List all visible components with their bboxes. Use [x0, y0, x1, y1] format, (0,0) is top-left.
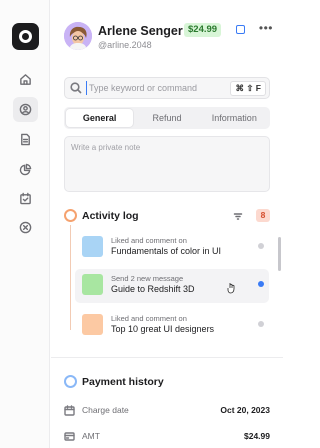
payment-history-title: Payment history: [82, 376, 164, 388]
main-panel: Arlene Senger @arline.2048 $24.99 ••• ⌘ …: [51, 0, 283, 448]
activity-item[interactable]: Liked and comment on Fundamentals of col…: [75, 231, 269, 265]
payment-label: Charge date: [82, 405, 129, 415]
activity-log-title: Activity log: [82, 210, 139, 222]
user-name: Arlene Senger: [98, 24, 183, 38]
sidebar-item-calendar[interactable]: [13, 186, 38, 211]
home-icon: [20, 74, 31, 85]
activity-title: Top 10 great UI designers: [111, 324, 215, 334]
unread-dot-icon: [258, 243, 264, 249]
sidebar: [0, 0, 50, 448]
payment-status-circle-icon: [64, 375, 77, 388]
payment-row-charge-date: Charge date Oct 20, 2023: [64, 404, 270, 418]
payment-value: Oct 20, 2023: [220, 405, 270, 415]
document-icon: [21, 133, 30, 146]
calendar-icon: [64, 405, 75, 416]
sidebar-item-profile[interactable]: [13, 97, 38, 122]
activity-title: Guide to Redshift 3D: [111, 284, 195, 294]
command-search: ⌘ ⇧ F: [64, 77, 270, 99]
activity-status-circle-icon: [64, 209, 77, 222]
timeline-line: [70, 225, 71, 330]
activity-thumbnail: [82, 274, 103, 295]
sidebar-item-home[interactable]: [13, 67, 38, 92]
private-note-box: [64, 136, 270, 192]
search-input[interactable]: [86, 81, 216, 95]
keyboard-shortcut-hint: ⌘ ⇧ F: [230, 81, 266, 96]
activity-label: Liked and comment on: [111, 236, 187, 245]
scrollbar[interactable]: [278, 237, 281, 271]
unread-dot-icon: [258, 321, 264, 327]
activity-thumbnail: [82, 236, 103, 257]
activity-item[interactable]: Liked and comment on Top 10 great UI des…: [75, 309, 269, 343]
activity-label: Liked and comment on: [111, 314, 187, 323]
unread-dot-icon: [258, 281, 264, 287]
tab-information[interactable]: Information: [201, 109, 268, 127]
profile-header: Arlene Senger @arline.2048 $24.99 •••: [64, 21, 273, 52]
more-options-button[interactable]: •••: [259, 21, 273, 35]
search-icon: [70, 82, 82, 94]
mouse-cursor-icon: [227, 283, 235, 294]
sidebar-item-documents[interactable]: [13, 127, 38, 152]
avatar[interactable]: [64, 22, 92, 50]
card-icon: [64, 431, 75, 442]
activity-count-badge: 8: [256, 209, 270, 222]
tab-bar: General Refund Information: [64, 107, 270, 129]
private-note-input[interactable]: [65, 137, 269, 191]
tab-refund[interactable]: Refund: [133, 109, 200, 127]
pie-chart-icon: [19, 163, 32, 176]
payment-row-amount: AMT $24.99: [64, 430, 270, 444]
payment-value: $24.99: [244, 431, 270, 441]
activity-label: Send 2 new message: [111, 274, 184, 283]
tab-general[interactable]: General: [66, 109, 134, 127]
payment-history-header: Payment history: [64, 375, 270, 389]
price-badge: $24.99: [184, 23, 222, 37]
activity-thumbnail: [82, 314, 103, 335]
activity-item[interactable]: Send 2 new message Guide to Redshift 3D: [75, 269, 269, 303]
calendar-check-icon: [20, 192, 31, 205]
user-handle: @arline.2048: [98, 40, 152, 50]
sidebar-item-reports[interactable]: [13, 157, 38, 182]
user-icon: [19, 103, 32, 116]
activity-title: Fundamentals of color in UI: [111, 246, 222, 256]
payment-label: AMT: [82, 431, 100, 441]
select-checkbox[interactable]: [236, 25, 245, 34]
app-logo-icon[interactable]: [12, 23, 39, 50]
activity-log-header: Activity log 8: [64, 209, 270, 223]
settings-icon: [19, 221, 32, 234]
filter-icon[interactable]: [233, 211, 243, 221]
sidebar-item-settings[interactable]: [13, 215, 38, 240]
section-divider: [51, 357, 283, 358]
